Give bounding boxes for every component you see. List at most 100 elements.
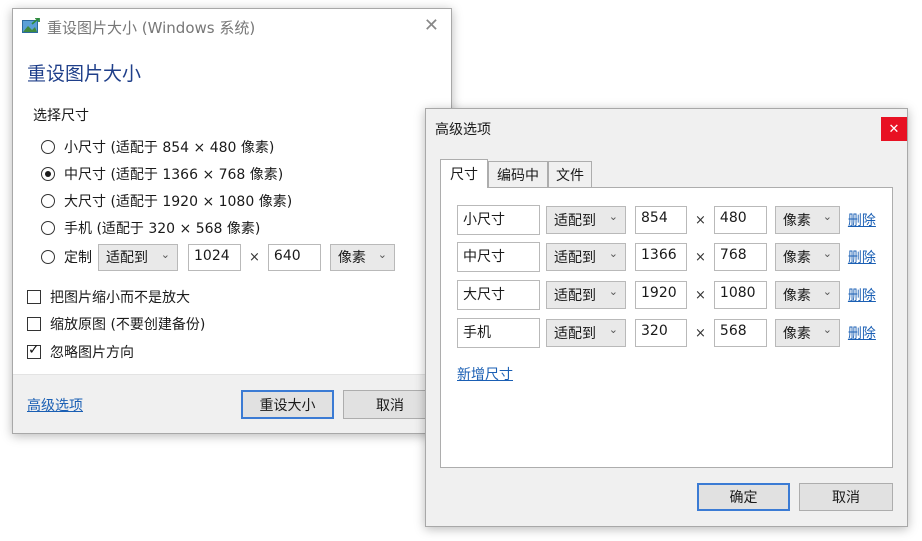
ok-button[interactable]: 确定: [697, 483, 790, 511]
close-icon[interactable]: ✕: [424, 15, 439, 36]
input-value: 手机: [463, 325, 491, 341]
radio-button[interactable]: [41, 140, 55, 154]
close-icon[interactable]: ✕: [881, 117, 907, 141]
custom-height-input[interactable]: 640: [267, 243, 321, 271]
select-value: 像素: [782, 288, 811, 304]
unit-select[interactable]: 像素 ⌄: [774, 206, 840, 234]
input-value: 大尺寸: [463, 287, 505, 303]
select-value: 适配到: [554, 213, 596, 229]
height-input[interactable]: 568: [713, 319, 767, 347]
chevron-down-icon: ⌄: [822, 323, 832, 336]
title-bar: 重设图片大小 (Windows 系统) ✕: [13, 9, 451, 43]
size-section-label: 选择尺寸: [33, 108, 89, 124]
custom-mode-select[interactable]: 适配到 ⌄: [98, 243, 178, 271]
height-input[interactable]: 1080: [713, 281, 767, 309]
radio-button[interactable]: [41, 167, 55, 181]
delete-link[interactable]: 删除: [848, 285, 876, 305]
delete-link[interactable]: 删除: [848, 210, 876, 230]
width-input[interactable]: 1920: [635, 281, 687, 309]
times-sign: ×: [695, 325, 706, 341]
radio-small[interactable]: 小尺寸 (适配于 854 × 480 像素): [41, 136, 274, 158]
dialog-title: 高级选项: [435, 122, 491, 138]
unit-select[interactable]: 像素 ⌄: [774, 243, 840, 271]
tab-file[interactable]: 文件: [548, 161, 592, 187]
size-row: 大尺寸 适配到 ⌄ 1920 × 1080 像素 ⌄ 删除: [457, 280, 876, 310]
radio-button[interactable]: [41, 250, 55, 264]
width-input[interactable]: 854: [635, 206, 687, 234]
mode-select[interactable]: 适配到 ⌄: [546, 206, 626, 234]
delete-link[interactable]: 删除: [848, 247, 876, 267]
times-sign: ×: [695, 287, 706, 303]
tab-sizes[interactable]: 尺寸: [440, 159, 488, 188]
input-value: 1024: [194, 247, 230, 264]
size-name-input[interactable]: 手机: [457, 318, 540, 348]
resize-dialog: 重设图片大小 (Windows 系统) ✕ 重设图片大小 选择尺寸 小尺寸 (适…: [12, 8, 452, 434]
resize-button[interactable]: 重设大小: [241, 390, 334, 419]
advanced-options-link[interactable]: 高级选项: [27, 395, 83, 415]
radio-custom[interactable]: 定制 适配到 ⌄ 1024 × 640 像素 ⌄: [41, 243, 395, 271]
height-input[interactable]: 480: [713, 206, 767, 234]
select-value: 像素: [782, 250, 811, 266]
radio-button[interactable]: [41, 221, 55, 235]
size-name-input[interactable]: 中尺寸: [457, 242, 540, 272]
checkbox-label: 缩放原图 (不要创建备份): [50, 317, 206, 333]
select-value: 适配到: [554, 326, 596, 342]
times-sign: ×: [695, 249, 706, 265]
radio-label: 中尺寸 (适配于 1366 × 768 像素): [64, 167, 284, 183]
input-value: 1080: [719, 285, 756, 301]
height-input[interactable]: 768: [713, 243, 767, 271]
select-value: 像素: [782, 326, 811, 342]
checkbox[interactable]: [27, 317, 41, 331]
size-row: 手机 适配到 ⌄ 320 × 568 像素 ⌄ 删除: [457, 318, 876, 348]
custom-label: 定制: [64, 250, 92, 266]
cancel-button[interactable]: 取消: [799, 483, 893, 511]
select-value: 像素: [337, 250, 366, 266]
select-value: 像素: [782, 213, 811, 229]
select-value: 适配到: [554, 288, 596, 304]
mode-select[interactable]: 适配到 ⌄: [546, 319, 626, 347]
unit-select[interactable]: 像素 ⌄: [774, 319, 840, 347]
check-shrink-only[interactable]: 把图片缩小而不是放大: [27, 286, 190, 308]
chevron-down-icon: ⌄: [608, 210, 618, 223]
checkbox[interactable]: [27, 342, 41, 359]
window-title: 重设图片大小 (Windows 系统): [47, 19, 256, 37]
custom-unit-select[interactable]: 像素 ⌄: [329, 243, 395, 271]
radio-phone[interactable]: 手机 (适配于 320 × 568 像素): [41, 217, 260, 239]
chevron-down-icon: ⌄: [608, 285, 618, 298]
mode-select[interactable]: 适配到 ⌄: [546, 243, 626, 271]
chevron-down-icon: ⌄: [822, 247, 832, 260]
delete-link[interactable]: 删除: [848, 323, 876, 343]
page-title: 重设图片大小: [27, 63, 142, 85]
chevron-down-icon: ⌄: [822, 285, 832, 298]
add-size-link[interactable]: 新增尺寸: [457, 364, 513, 384]
radio-large[interactable]: 大尺寸 (适配于 1920 × 1080 像素): [41, 190, 292, 212]
radio-label: 手机 (适配于 320 × 568 像素): [64, 221, 261, 237]
custom-width-input[interactable]: 1024: [188, 243, 241, 271]
checkbox-label: 忽略图片方向: [50, 345, 134, 361]
width-input[interactable]: 320: [635, 319, 687, 347]
input-value: 1366: [641, 247, 677, 263]
check-ignore-orientation[interactable]: 忽略图片方向: [27, 341, 134, 363]
size-row: 小尺寸 适配到 ⌄ 854 × 480 像素 ⌄ 删除: [457, 205, 876, 235]
advanced-options-dialog: 高级选项 ✕ 尺寸 编码中 文件 小尺寸 适配到 ⌄ 854 × 480 像素 ⌄ …: [425, 108, 908, 527]
size-name-input[interactable]: 小尺寸: [457, 205, 540, 235]
chevron-down-icon: ⌄: [822, 210, 832, 223]
image-resize-icon: [22, 18, 40, 33]
size-name-input[interactable]: 大尺寸: [457, 280, 540, 310]
cancel-button[interactable]: 取消: [343, 390, 437, 419]
radio-label: 小尺寸 (适配于 854 × 480 像素): [64, 140, 275, 156]
mode-select[interactable]: 适配到 ⌄: [546, 281, 626, 309]
tab-encoding[interactable]: 编码中: [488, 161, 548, 187]
chevron-down-icon: ⌄: [608, 323, 618, 336]
width-input[interactable]: 1366: [635, 243, 687, 271]
input-value: 768: [719, 247, 747, 263]
radio-button[interactable]: [41, 194, 55, 208]
checkbox[interactable]: [27, 290, 41, 304]
check-resize-original[interactable]: 缩放原图 (不要创建备份): [27, 313, 205, 335]
radio-medium[interactable]: 中尺寸 (适配于 1366 × 768 像素): [41, 163, 283, 185]
select-value: 适配到: [554, 250, 596, 266]
input-value: 320: [641, 323, 668, 339]
unit-select[interactable]: 像素 ⌄: [774, 281, 840, 309]
input-value: 1920: [641, 285, 677, 301]
chevron-down-icon: ⌄: [608, 247, 618, 260]
